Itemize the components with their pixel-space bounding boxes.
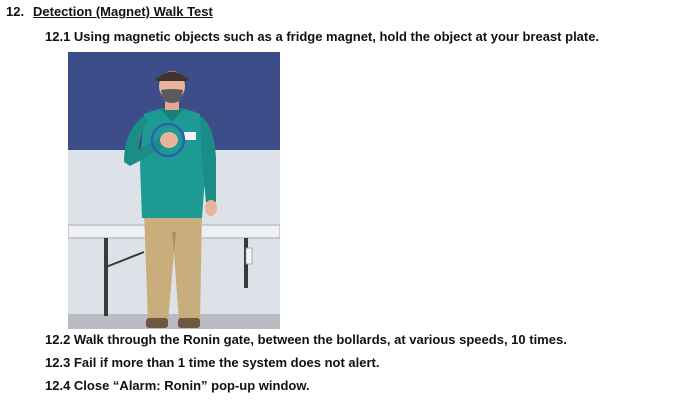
- section-title: Detection (Magnet) Walk Test: [33, 4, 213, 19]
- step-12-2: 12.2 Walk through the Ronin gate, betwee…: [45, 332, 567, 347]
- floor: [68, 314, 280, 329]
- step-12-4: 12.4 Close “Alarm: Ronin” pop-up window.: [45, 378, 310, 393]
- step-12-3: 12.3 Fail if more than 1 time the system…: [45, 355, 380, 370]
- step-12-1: 12.1 Using magnetic objects such as a fr…: [45, 29, 600, 44]
- instruction-photo: [68, 52, 280, 329]
- section-heading: 12. Detection (Magnet) Walk Test: [6, 4, 213, 19]
- section-number: 12.: [6, 4, 25, 19]
